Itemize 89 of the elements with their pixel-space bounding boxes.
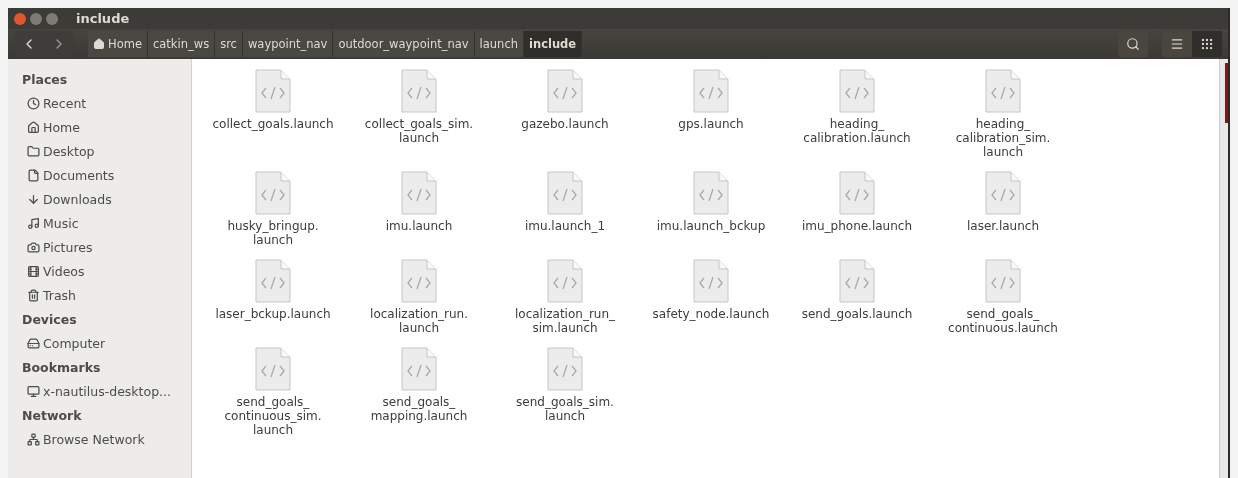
file-name[interactable]: gazebo.launch	[521, 117, 609, 131]
minimize-button[interactable]	[30, 12, 42, 25]
code-file-icon	[255, 347, 291, 391]
scrollbar-thumb[interactable]	[1225, 63, 1228, 123]
file-name[interactable]: laser.launch	[966, 219, 1040, 233]
file-name[interactable]: send_goals_sim. launch	[516, 395, 614, 423]
sidebar-item[interactable]: Trash	[22, 283, 191, 307]
code-file-icon	[693, 259, 729, 303]
document-icon	[27, 168, 40, 182]
window-title: include	[76, 11, 130, 26]
download-icon	[27, 192, 40, 206]
file-name[interactable]: localization_run. launch	[370, 307, 468, 335]
file-name[interactable]: send_goals_ continuous.launch	[948, 307, 1058, 335]
code-file-icon	[839, 171, 875, 215]
code-file-icon	[693, 171, 729, 215]
path-button[interactable]: Home	[88, 31, 148, 57]
code-file-icon	[255, 259, 291, 303]
file-name[interactable]: heading_ calibration_sim. launch	[955, 117, 1051, 159]
folder-icon	[27, 144, 40, 158]
file-name[interactable]: imu_phone.launch	[801, 219, 913, 233]
path-button[interactable]: include	[524, 31, 583, 57]
file-name[interactable]: collect_goals.launch	[212, 117, 334, 131]
sidebar-item[interactable]: Pictures	[22, 235, 191, 259]
list-view-button[interactable]	[1162, 31, 1192, 57]
file-name[interactable]: imu.launch	[385, 219, 453, 233]
maximize-button[interactable]	[46, 12, 58, 25]
code-file-icon	[693, 69, 729, 113]
code-file-icon	[547, 69, 583, 113]
code-file-icon	[547, 171, 583, 215]
code-file-icon	[547, 259, 583, 303]
code-file-icon	[985, 259, 1021, 303]
sidebar-heading: Bookmarks	[22, 358, 102, 377]
sidebar-heading: Devices	[22, 310, 78, 329]
path-button[interactable]: src	[215, 31, 243, 57]
sidebar-heading: Network	[22, 406, 83, 425]
code-file-icon	[401, 259, 437, 303]
code-file-icon	[985, 171, 1021, 215]
file-name[interactable]: imu.launch_1	[524, 219, 606, 233]
drive-icon	[27, 336, 40, 350]
file-name[interactable]: send_goals_ continuous_sim. launch	[224, 395, 322, 437]
file-name[interactable]: collect_goals_sim. launch	[364, 117, 474, 145]
sidebar-item[interactable]: Browse Network	[22, 427, 191, 451]
code-file-icon	[985, 69, 1021, 113]
code-file-icon	[401, 69, 437, 113]
sidebar-item[interactable]: Downloads	[22, 187, 191, 211]
file-name[interactable]: send_goals_ mapping.launch	[370, 395, 468, 423]
close-button[interactable]	[14, 12, 26, 25]
monitor-icon	[27, 384, 40, 398]
file-name[interactable]: localization_run_ sim.launch	[514, 307, 616, 335]
path-button[interactable]: waypoint_nav	[242, 31, 334, 57]
code-file-icon	[255, 69, 291, 113]
search-button[interactable]	[1118, 31, 1148, 57]
file-name[interactable]: heading_ calibration.launch	[803, 117, 911, 145]
file-name[interactable]: send_goals.launch	[801, 307, 913, 321]
sidebar-item[interactable]: Videos	[22, 259, 191, 283]
path-button[interactable]: launch	[474, 31, 525, 57]
file-name[interactable]: imu.launch_bckup	[656, 219, 766, 233]
file-name[interactable]: safety_node.launch	[652, 307, 770, 321]
sidebar-item[interactable]: Desktop	[22, 139, 191, 163]
file-name[interactable]: gps.launch	[678, 117, 744, 131]
trash-icon	[27, 288, 40, 302]
sidebar-item[interactable]: Music	[22, 211, 191, 235]
sidebar-item[interactable]: Computer	[22, 331, 191, 355]
list-icon	[1170, 37, 1184, 51]
sidebar-item[interactable]: Home	[22, 115, 191, 139]
sidebar-item[interactable]: Recent	[22, 91, 191, 115]
music-icon	[27, 216, 40, 230]
network-icon	[27, 432, 40, 446]
grid-view-button[interactable]	[1192, 31, 1222, 57]
code-file-icon	[255, 171, 291, 215]
file-name[interactable]: laser_bckup.launch	[215, 307, 331, 321]
file-name[interactable]: husky_bringup. launch	[227, 219, 319, 247]
code-file-icon	[401, 171, 437, 215]
clock-icon	[27, 96, 40, 110]
code-file-icon	[839, 69, 875, 113]
search-icon	[1126, 37, 1140, 51]
path-button[interactable]: catkin_ws	[147, 31, 216, 57]
camera-icon	[27, 240, 40, 254]
code-file-icon	[839, 259, 875, 303]
path-button[interactable]: outdoor_waypoint_nav	[333, 31, 475, 57]
film-icon	[27, 264, 40, 278]
code-file-icon	[547, 347, 583, 391]
grid-icon	[1200, 37, 1214, 51]
sidebar-item[interactable]: Documents	[22, 163, 191, 187]
code-file-icon	[401, 347, 437, 391]
sidebar-item[interactable]: x-nautilus-desktop...	[22, 379, 191, 403]
sidebar-heading: Places	[22, 70, 69, 89]
home-icon	[27, 120, 40, 134]
home-icon	[93, 38, 105, 50]
